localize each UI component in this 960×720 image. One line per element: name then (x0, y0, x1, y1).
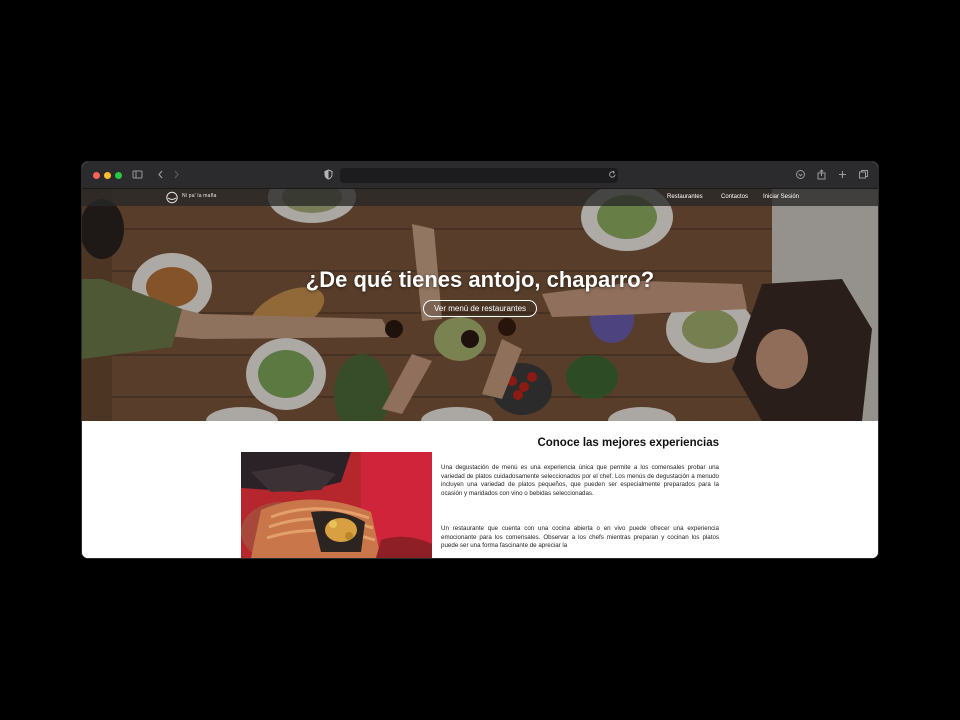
site-logo[interactable] (164, 191, 180, 204)
nav-link-iniciar-sesion[interactable]: Iniciar Sesión (763, 194, 799, 200)
hero-banner: Ni pa' la maña Restaurantes Contactos In… (82, 189, 878, 421)
download-icon[interactable] (795, 169, 806, 182)
site-navbar: Ni pa' la maña Restaurantes Contactos In… (82, 189, 878, 206)
minimize-window-button[interactable] (104, 172, 111, 179)
browser-window: Ni pa' la maña Restaurantes Contactos In… (82, 162, 878, 558)
view-restaurants-menu-button[interactable]: Ver menú de restaurantes (423, 300, 537, 317)
zoom-window-button[interactable] (115, 172, 122, 179)
share-icon[interactable] (816, 169, 827, 182)
section-title: Conoce las mejores experiencias (537, 437, 719, 449)
paragraph-open-kitchen: Un restaurante que cuenta con una cocina… (441, 525, 719, 549)
close-window-button[interactable] (93, 172, 100, 179)
nav-link-restaurantes[interactable]: Restaurantes (667, 194, 703, 200)
hero-title: ¿De qué tienes antojo, chaparro? (305, 267, 655, 292)
sidebar-icon[interactable] (132, 169, 143, 182)
tabs-icon[interactable] (858, 169, 869, 182)
logo-text: Ni pa' la maña (182, 193, 217, 199)
reload-icon[interactable] (608, 169, 617, 182)
food-image (241, 452, 432, 558)
shield-icon[interactable] (324, 169, 333, 182)
browser-toolbar (82, 162, 878, 189)
new-tab-icon[interactable] (837, 169, 848, 182)
address-bar[interactable] (340, 168, 618, 183)
paragraph-tasting-menu: Una degustación de menú es una experienc… (441, 464, 719, 497)
forward-icon[interactable] (172, 169, 181, 182)
back-icon[interactable] (156, 169, 165, 182)
nav-link-contactos[interactable]: Contactos (721, 194, 748, 200)
experiences-section: Conoce las mejores experiencias Una degu… (82, 421, 878, 558)
